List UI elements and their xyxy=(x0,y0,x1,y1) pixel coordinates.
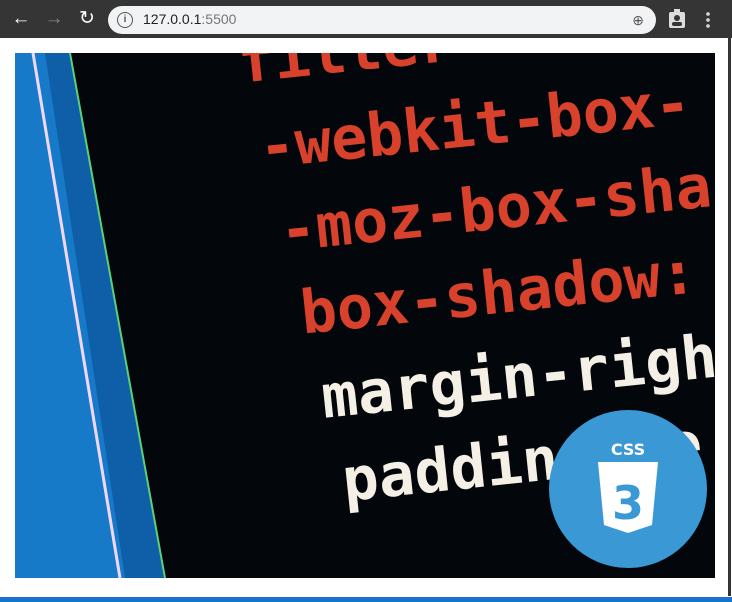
url-port: :5500 xyxy=(201,11,237,27)
css-logo-number: 3 xyxy=(612,476,644,530)
browser-toolbar: ← → ↻ i 127.0.0.1:5500 ⊕ xyxy=(0,0,732,38)
url-text[interactable]: 127.0.0.1:5500 xyxy=(143,11,236,27)
taskbar-edge xyxy=(0,597,732,602)
menu-dots-icon[interactable] xyxy=(705,11,711,29)
zoom-icon[interactable]: ⊕ xyxy=(632,12,644,29)
forward-arrow-icon[interactable]: → xyxy=(43,8,65,30)
css-logo-text: CSS xyxy=(611,440,645,459)
address-bar[interactable]: i 127.0.0.1:5500 ⊕ xyxy=(108,6,656,34)
code-line: filter xyxy=(235,53,458,98)
hero-image: filter -webkit-box- -moz-box-sha box-sha… xyxy=(15,53,715,578)
css3-logo: CSS 3 xyxy=(549,410,707,568)
back-arrow-icon[interactable]: ← xyxy=(10,8,32,30)
profile-icon[interactable] xyxy=(668,9,686,29)
info-icon[interactable]: i xyxy=(117,12,133,28)
url-host: 127.0.0.1 xyxy=(143,11,202,27)
reload-icon[interactable]: ↻ xyxy=(76,8,98,30)
